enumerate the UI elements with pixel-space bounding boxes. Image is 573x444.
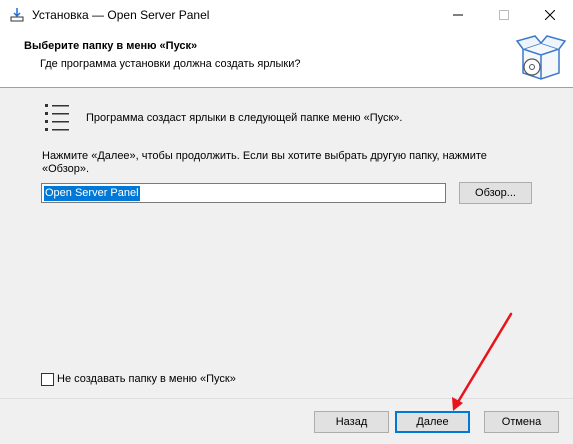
intro-text: Программа создаст ярлыки в следующей пап… (86, 112, 403, 124)
close-button[interactable] (527, 0, 573, 30)
minimize-icon (453, 14, 463, 16)
install-box-icon (515, 35, 567, 80)
back-button[interactable]: Назад (314, 411, 389, 433)
page-title: Выберите папку в меню «Пуск» (24, 40, 198, 52)
minimize-button[interactable] (435, 0, 481, 30)
wizard-body: Программа создаст ярлыки в следующей пап… (0, 88, 573, 398)
folder-input-value: Open Server Panel (44, 186, 140, 201)
cancel-button[interactable]: Отмена (484, 411, 559, 433)
installer-icon (10, 8, 24, 22)
wizard-footer: Назад Далее Отмена (0, 398, 573, 444)
maximize-icon (499, 10, 509, 20)
maximize-button (481, 0, 527, 30)
list-icon (45, 104, 69, 131)
wizard-header: Выберите папку в меню «Пуск» Где програм… (0, 30, 573, 88)
browse-button[interactable]: Обзор... (459, 182, 532, 204)
instructions-text: Нажмите «Далее», чтобы продолжить. Если … (42, 150, 487, 175)
next-button[interactable]: Далее (395, 411, 470, 433)
page-subtitle: Где программа установки должна создать я… (40, 58, 301, 70)
no-folder-checkbox[interactable] (41, 373, 54, 386)
folder-input[interactable]: Open Server Panel (41, 183, 446, 203)
window-title: Установка — Open Server Panel (32, 8, 210, 22)
close-icon (545, 10, 555, 20)
title-bar: Установка — Open Server Panel (0, 0, 573, 30)
no-folder-label[interactable]: Не создавать папку в меню «Пуск» (57, 373, 236, 385)
